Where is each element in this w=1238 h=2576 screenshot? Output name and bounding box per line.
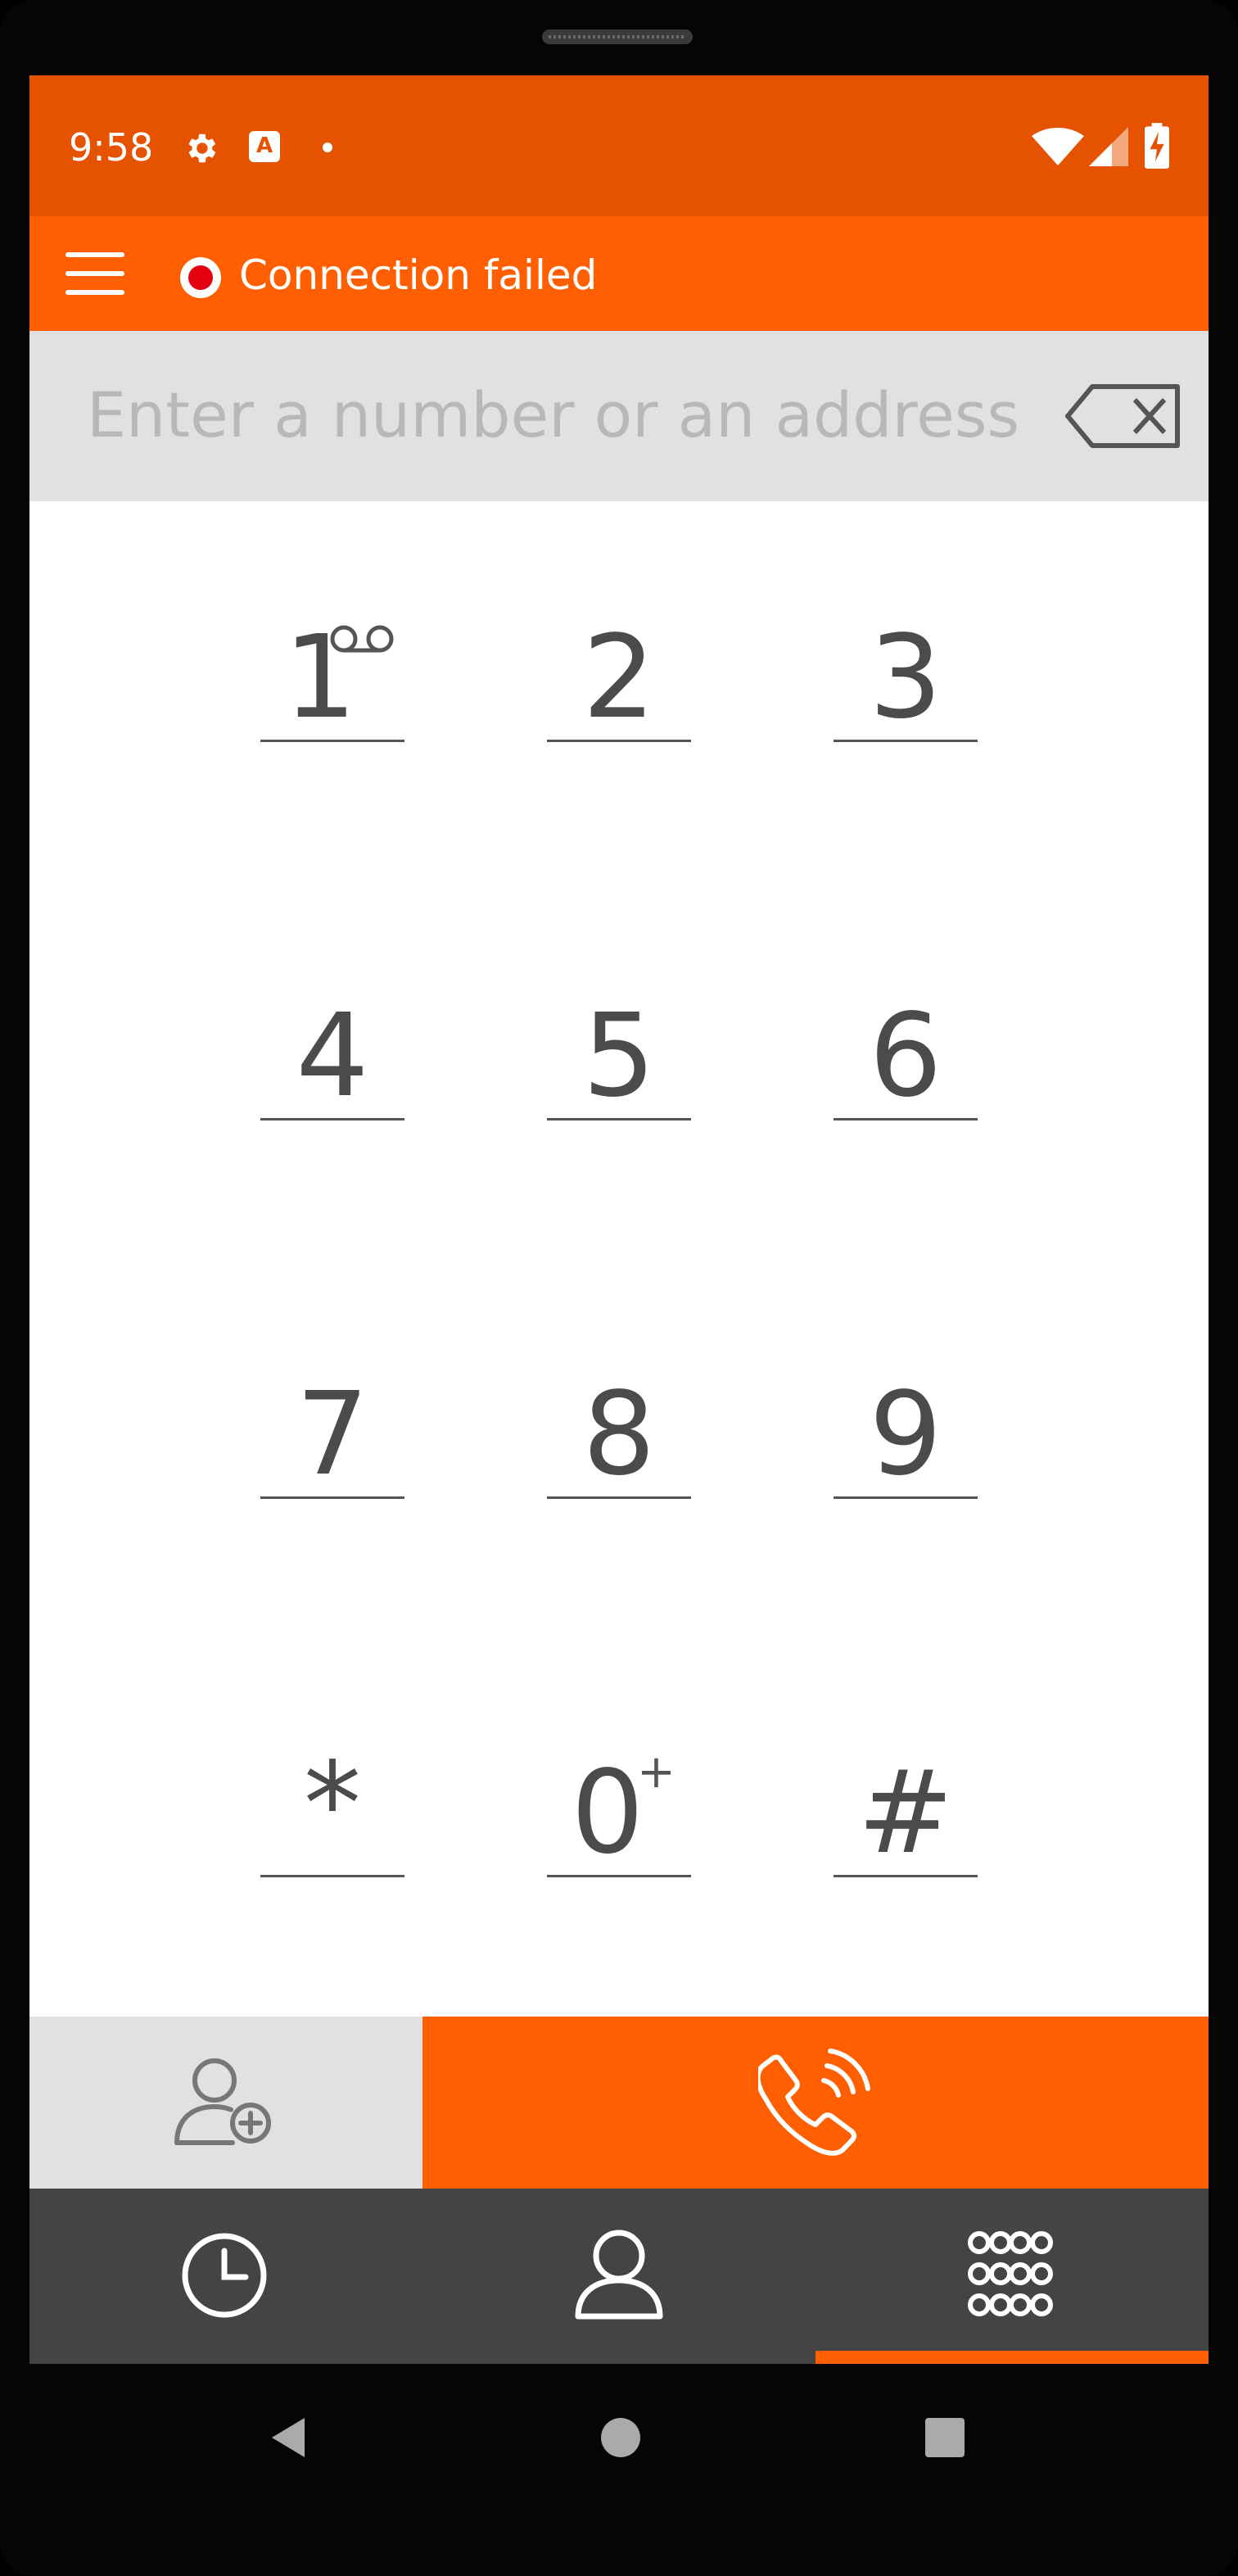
voicemail-icon [330,625,394,653]
wifi-icon [1032,128,1084,165]
key-0-plus: + [637,1745,675,1799]
cell-signal-icon [1089,127,1128,166]
key-0[interactable]: 0 + [547,1714,691,1879]
key-7[interactable]: 7 [260,1335,404,1501]
status-bar: 9:58 A [29,75,1209,216]
home-icon[interactable] [598,2415,644,2461]
call-icon [758,2049,870,2156]
key-star-digit: * [304,1738,361,1872]
system-nav-bar [0,2364,1238,2576]
key-hash[interactable]: # [834,1714,978,1880]
key-underline [834,740,978,742]
selected-tab-indicator [816,2351,1209,2364]
dialpad-icon [968,2231,1053,2316]
key-underline [834,1875,978,1877]
key-underline [260,1875,404,1877]
screen: 9:58 A Connection failed Enter a number … [29,75,1209,2364]
key-underline [260,1118,404,1120]
add-contact-icon [174,2058,271,2145]
backspace-icon[interactable] [1063,382,1184,450]
key-2-digit: 2 [582,611,656,745]
hamburger-menu-icon[interactable] [66,244,128,303]
key-4-digit: 4 [296,989,369,1123]
key-9-digit: 9 [869,1368,942,1501]
dial-input-bar [29,331,1209,501]
key-underline [834,1118,978,1120]
add-contact-button[interactable] [29,2017,422,2189]
key-underline [834,1496,978,1499]
dialpad: 1 2 3 4 5 6 7 8 9 * 0 + # [29,501,1209,2017]
key-1[interactable]: 1 [260,578,404,744]
device-frame: 9:58 A Connection failed Enter a number … [0,0,1238,2576]
earpiece-speaker [542,29,693,44]
key-8[interactable]: 8 [547,1335,691,1501]
recents-icon[interactable] [924,2416,966,2459]
key-5[interactable]: 5 [547,957,691,1123]
keyboard-a-icon: A [249,131,280,162]
status-time: 9:58 [69,125,154,170]
key-3-digit: 3 [869,611,942,745]
key-hash-digit: # [857,1746,954,1880]
key-3[interactable]: 3 [834,578,978,745]
bottom-nav [29,2189,1209,2364]
key-8-digit: 8 [582,1368,656,1501]
number-input[interactable] [87,365,1053,464]
app-bar: Connection failed [29,216,1209,331]
connection-status-icon [180,257,221,298]
key-4[interactable]: 4 [260,957,404,1123]
call-button[interactable] [422,2017,1209,2189]
notification-dot-icon [323,143,332,152]
key-underline [547,1118,691,1120]
history-clock-icon [182,2233,267,2318]
tab-contacts[interactable] [422,2189,816,2364]
key-6-digit: 6 [869,989,942,1123]
back-icon[interactable] [265,2415,311,2461]
key-underline [547,740,691,742]
key-underline [260,740,404,742]
battery-charging-icon [1145,123,1169,169]
key-underline [260,1496,404,1499]
key-underline [547,1496,691,1499]
key-5-digit: 5 [582,989,656,1123]
key-star[interactable]: * [260,1714,404,1877]
dial-actions [29,2017,1209,2189]
key-2[interactable]: 2 [547,578,691,745]
key-underline [547,1875,691,1877]
tab-dialpad[interactable] [816,2189,1209,2364]
connection-status-label: Connection failed [239,251,598,299]
key-7-digit: 7 [296,1368,369,1501]
contacts-icon [575,2230,663,2320]
tab-history[interactable] [29,2189,422,2364]
key-6[interactable]: 6 [834,957,978,1123]
gear-icon [188,134,216,163]
key-9[interactable]: 9 [834,1335,978,1501]
